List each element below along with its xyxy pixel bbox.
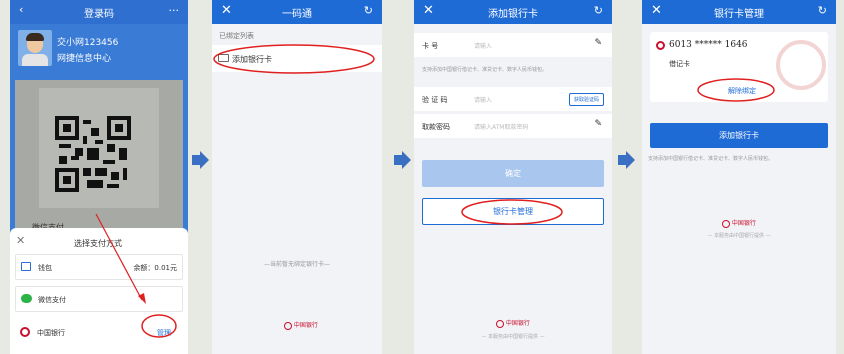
annotation-circle — [213, 44, 375, 74]
annotation-circle — [461, 199, 563, 225]
panel-add-card: ✕ 添加银行卡 ↻ 卡 号 请输入 ✎ 支持添加中国银行借记卡、准贷记卡、数字人… — [414, 0, 612, 354]
annotation-circle — [697, 78, 775, 102]
panel-bound-list: ✕ 一码通 ↻ 已绑定列表 添加银行卡 —当前暂无绑定银行卡— 中国银行 — [212, 0, 382, 354]
arrow-3-icon — [618, 151, 635, 169]
annotation-arrow — [95, 213, 177, 338]
arrow-1-icon — [192, 151, 209, 169]
panel-pay-code: ‹ 登录码 ··· 交小网123456 网捷信息中心 微信支付 ✕ 选择支付方式… — [10, 0, 188, 354]
arrow-2-icon — [394, 151, 411, 169]
panel-card-manage: ✕ 银行卡管理 ↻ 6013 ****** 1646 借记卡 解除绑定 添加银行… — [642, 0, 836, 354]
